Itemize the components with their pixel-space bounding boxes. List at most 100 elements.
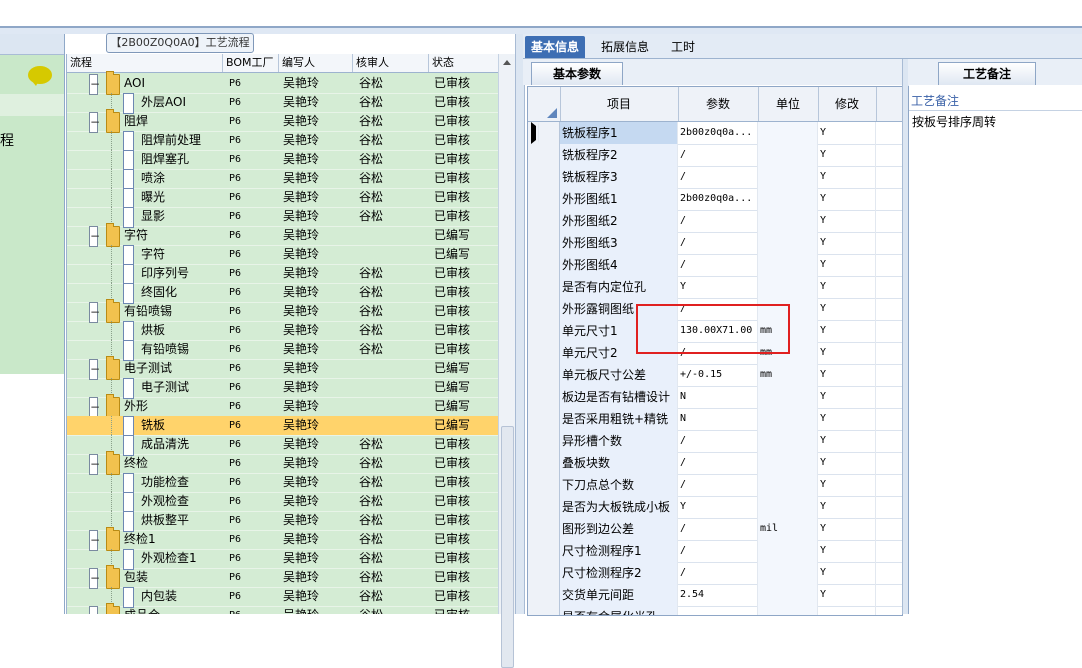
tree-row[interactable]: − 终检1 P6 吴艳玲 谷松 已审核 — [67, 527, 499, 551]
tree-row[interactable]: 烘板整平 P6 吴艳玲 谷松 已审核 — [67, 511, 499, 532]
tree-row[interactable]: − 包装 P6 吴艳玲 谷松 已审核 — [67, 565, 499, 589]
row-header[interactable] — [528, 540, 560, 562]
row-header[interactable] — [528, 210, 560, 232]
params-cell-modify[interactable]: Y — [818, 364, 876, 386]
tree-scrollbar[interactable] — [498, 54, 515, 668]
row-header[interactable] — [528, 430, 560, 452]
params-cell-modify[interactable] — [818, 606, 876, 615]
collapse-icon[interactable]: − — [89, 226, 100, 247]
params-cell-unit[interactable] — [758, 452, 818, 474]
row-header[interactable] — [528, 452, 560, 474]
collapse-icon[interactable]: − — [89, 454, 100, 475]
params-cell-param[interactable]: / — [678, 254, 758, 276]
params-row[interactable]: 是否为大板铣成小板 Y Y — [528, 496, 902, 519]
params-cell-unit[interactable] — [758, 122, 818, 144]
params-cell-modify[interactable]: Y — [818, 342, 876, 364]
row-header[interactable] — [528, 232, 560, 254]
row-header[interactable] — [528, 386, 560, 408]
grid-corner-icon[interactable] — [528, 87, 561, 121]
params-cell-param[interactable]: / — [678, 144, 758, 166]
params-row[interactable]: 是否有内定位孔 Y Y — [528, 276, 902, 299]
params-cell-unit[interactable] — [758, 386, 818, 408]
params-cell-unit[interactable] — [758, 188, 818, 210]
tree-row[interactable]: − 阻焊 P6 吴艳玲 谷松 已审核 — [67, 109, 499, 133]
tree-row[interactable]: − 有铅喷锡 P6 吴艳玲 谷松 已审核 — [67, 299, 499, 323]
tree-row[interactable]: − AOI P6 吴艳玲 谷松 已审核 — [67, 71, 499, 95]
params-cell-param[interactable]: / — [678, 474, 758, 496]
params-cell-param[interactable]: / — [678, 210, 758, 232]
params-row[interactable]: 铣板程序2/ Y — [528, 144, 902, 167]
row-header[interactable] — [528, 342, 560, 364]
params-cell-param[interactable]: 2b00z0q0a... — [678, 188, 758, 210]
tree-row[interactable]: 曝光 P6 吴艳玲 谷松 已审核 — [67, 188, 499, 209]
left-nav-row[interactable]: 程 — [0, 94, 64, 149]
row-header[interactable] — [528, 364, 560, 386]
scrollbar-thumb[interactable] — [501, 426, 514, 668]
params-row[interactable]: 尺寸检测程序1/ Y — [528, 540, 902, 563]
params-cell-modify[interactable]: Y — [818, 496, 876, 518]
params-cell-param[interactable]: 2.54 — [678, 584, 758, 606]
tree-row[interactable]: − 电子测试 P6 吴艳玲 已编写 — [67, 356, 499, 380]
chat-bubble-icon[interactable] — [28, 66, 52, 86]
params-cell-modify[interactable]: Y — [818, 144, 876, 166]
row-header[interactable] — [528, 298, 560, 320]
row-header[interactable] — [528, 496, 560, 518]
params-cell-param[interactable] — [678, 606, 758, 615]
tree-col-reviewer[interactable]: 核审人 — [353, 54, 429, 72]
row-header[interactable] — [528, 408, 560, 430]
params-cell-param[interactable]: Y — [678, 496, 758, 518]
params-cell-unit[interactable] — [758, 166, 818, 188]
tree-row[interactable]: 外观检查 P6 吴艳玲 谷松 已审核 — [67, 492, 499, 513]
params-cell-modify[interactable]: Y — [818, 562, 876, 584]
params-cell-unit[interactable] — [758, 232, 818, 254]
tab-work-hours[interactable]: 工时 — [665, 36, 701, 58]
collapse-icon[interactable]: − — [89, 302, 100, 323]
params-cell-param[interactable]: / — [678, 232, 758, 254]
params-cell-param[interactable]: Y — [678, 276, 758, 298]
collapse-icon[interactable]: − — [89, 397, 100, 418]
params-row[interactable]: 外形图纸3/ Y — [528, 232, 902, 255]
params-cell-unit[interactable] — [758, 540, 818, 562]
tree-row[interactable]: 显影 P6 吴艳玲 谷松 已审核 — [67, 207, 499, 228]
params-row[interactable]: 尺寸检测程序2/ Y — [528, 562, 902, 585]
tree-row[interactable]: − 外形 P6 吴艳玲 已编写 — [67, 394, 499, 418]
params-cell-modify[interactable]: Y — [818, 298, 876, 320]
params-cell-modify[interactable]: Y — [818, 210, 876, 232]
tree-row[interactable]: − 成品仓 P6 吴艳玲 谷松 已审核 — [67, 603, 499, 614]
tree-row[interactable]: 字符 P6 吴艳玲 已编写 — [67, 245, 499, 266]
params-cell-param[interactable]: / — [678, 540, 758, 562]
params-cell-modify[interactable]: Y — [818, 276, 876, 298]
params-cell-param[interactable]: / — [678, 166, 758, 188]
tree-row[interactable]: 内包装 P6 吴艳玲 谷松 已审核 — [67, 587, 499, 608]
params-cell-unit[interactable] — [758, 584, 818, 606]
tab-basic-params[interactable]: 基本参数 — [531, 62, 623, 85]
params-cell-modify[interactable]: Y — [818, 320, 876, 342]
params-cell-param[interactable]: / — [678, 452, 758, 474]
params-row[interactable]: 异形槽个数 / Y — [528, 430, 902, 453]
tree-row[interactable]: 烘板 P6 吴艳玲 谷松 已审核 — [67, 321, 499, 342]
params-cell-modify[interactable]: Y — [818, 474, 876, 496]
params-row[interactable]: 外形图纸1 2b00z0q0a... Y — [528, 188, 902, 211]
params-row[interactable]: 交货单元间距 2.54 Y — [528, 584, 902, 607]
params-cell-unit[interactable] — [758, 474, 818, 496]
row-header[interactable] — [528, 474, 560, 496]
row-header[interactable] — [528, 254, 560, 276]
collapse-icon[interactable]: − — [89, 112, 100, 133]
tree-row[interactable]: 阻焊塞孔 P6 吴艳玲 谷松 已审核 — [67, 150, 499, 171]
collapse-icon[interactable]: − — [89, 74, 100, 95]
params-cell-param[interactable]: +/-0.15 — [678, 364, 758, 386]
params-row[interactable]: 图形到边公差 / mil Y — [528, 518, 902, 541]
params-row[interactable]: 叠板块数 / Y — [528, 452, 902, 475]
row-header[interactable] — [528, 188, 560, 210]
params-cell-modify[interactable]: Y — [818, 122, 876, 144]
params-cell-modify[interactable]: Y — [818, 254, 876, 276]
params-cell-param[interactable]: N — [678, 408, 758, 430]
tab-basic-info[interactable]: 基本信息 — [525, 36, 586, 58]
params-row[interactable]: 铣板程序3/ Y — [528, 166, 902, 189]
tab-process-notes[interactable]: 工艺备注 — [938, 62, 1036, 85]
tree-col-writer[interactable]: 编写人 — [279, 54, 353, 72]
tree-row[interactable]: 终固化 P6 吴艳玲 谷松 已审核 — [67, 283, 499, 304]
panel-splitter[interactable] — [515, 34, 525, 614]
collapse-icon[interactable]: − — [89, 606, 100, 614]
tree-row[interactable]: 功能检查 P6 吴艳玲 谷松 已审核 — [67, 473, 499, 494]
